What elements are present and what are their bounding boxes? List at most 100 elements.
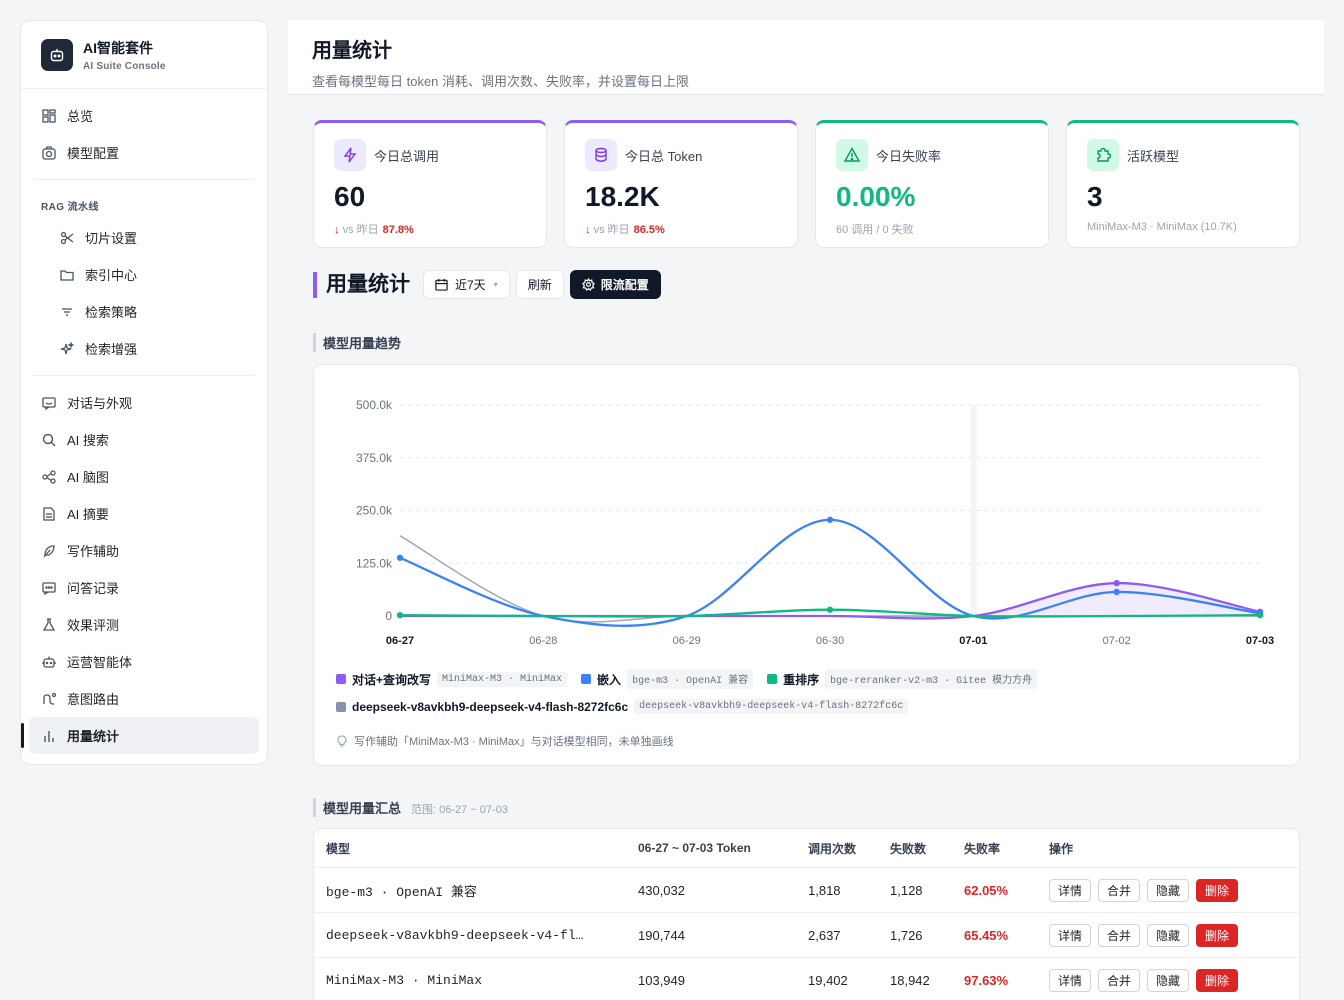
legend-item[interactable]: 对话+查询改写 MiniMax-M3 · MiniMax xyxy=(336,671,568,688)
x-tick-label: 06-27 xyxy=(386,635,414,647)
bolt-icon xyxy=(334,139,366,171)
x-tick-label: 07-03 xyxy=(1246,635,1274,647)
hide-button[interactable]: 隐藏 xyxy=(1147,923,1190,947)
robot-icon xyxy=(41,654,57,670)
page-subtitle: 查看每模型每日 token 消耗、调用次数、失败率，并设置每日上限 xyxy=(312,74,690,89)
delete-button[interactable]: 删除 xyxy=(1196,878,1239,902)
mindmap-icon xyxy=(41,469,57,485)
cell-fails: 18,942 xyxy=(890,972,930,988)
range-select[interactable]: 近7天 ▾ xyxy=(423,270,510,299)
legend-item[interactable]: 嵌入 bge-m3 · OpenAI 兼容 xyxy=(581,669,754,689)
sidebar-item-search[interactable]: AI 搜索 xyxy=(29,421,259,458)
legend-tag: bge-m3 · OpenAI 兼容 xyxy=(627,669,754,689)
document-icon xyxy=(41,506,57,522)
sidebar-item-overview[interactable]: 总览 xyxy=(29,97,259,134)
merge-button[interactable]: 合并 xyxy=(1098,878,1141,902)
sidebar-item-label: 模型配置 xyxy=(67,146,120,161)
cell-tokens: 190,744 xyxy=(638,927,685,943)
y-tick-label: 0 xyxy=(385,609,392,623)
sidebar-item-label: 用量统计 xyxy=(67,729,120,744)
stat-value: 3 xyxy=(1087,181,1103,212)
data-point xyxy=(1113,588,1120,596)
delete-button[interactable]: 删除 xyxy=(1196,923,1239,947)
scissors-icon xyxy=(59,230,75,246)
feather-icon xyxy=(41,543,57,559)
sidebar-item-eval[interactable]: 效果评测 xyxy=(29,606,259,643)
bar-chart-icon xyxy=(41,728,57,744)
refresh-button[interactable]: 刷新 xyxy=(515,270,564,299)
page-title: 用量统计 xyxy=(312,40,392,62)
legend-swatch xyxy=(336,674,346,684)
cell-fail-rate: 97.63% xyxy=(964,972,1009,988)
cell-tokens: 103,949 xyxy=(638,972,685,988)
table-row: deepseek-v8avkbh9-deepseek-v4-fl… 190,74… xyxy=(314,913,1299,958)
cell-tokens: 430,032 xyxy=(638,882,685,898)
stat-foot: MiniMax-M3 · MiniMax (10.7K) xyxy=(1087,221,1237,233)
stat-label: 活跃模型 xyxy=(1127,148,1180,164)
data-point xyxy=(826,516,834,523)
sidebar-item-label: AI 脑图 xyxy=(67,470,109,485)
camera-icon xyxy=(41,145,57,161)
data-point xyxy=(1113,579,1120,587)
stat-card-fail-rate: 今日失败率 0.00% 60 调用 / 0 失败 xyxy=(815,120,1049,248)
sidebar-item-usage[interactable]: 用量统计 xyxy=(21,717,259,754)
sidebar-nav: 总览 模型配置 RAG 流水线 切片设置 索引中心 检索策略 检索增强 对话与外… xyxy=(21,89,267,762)
sidebar-item-label: 切片设置 xyxy=(85,231,138,246)
stat-value: 0.00% xyxy=(836,181,916,212)
table-row: MiniMax-M3 · MiniMax 103,949 19,402 18,9… xyxy=(314,958,1299,1000)
divider xyxy=(33,375,255,376)
calendar-icon xyxy=(435,278,448,291)
stat-foot: 60 调用 / 0 失败 xyxy=(836,224,914,236)
y-tick-label: 125.0k xyxy=(356,556,393,570)
cell-model: MiniMax-M3 · MiniMax xyxy=(326,972,483,988)
stat-value: 18.2K xyxy=(585,181,660,212)
legend-item[interactable]: 重排序 bge-reranker-v2-m3 · Gitee 模力方舟 xyxy=(767,669,1038,689)
col-header: 模型 xyxy=(326,841,351,856)
sidebar-item-enhance[interactable]: 检索增强 xyxy=(29,330,259,367)
x-tick-label: 06-28 xyxy=(529,635,557,647)
brand-title: AI智能套件 xyxy=(83,39,153,56)
legend-name: deepseek-v8avkbh9-deepseek-v4-flash-8272… xyxy=(352,699,629,714)
sidebar-item-index[interactable]: 索引中心 xyxy=(29,256,259,293)
legend-tag: deepseek-v8avkbh9-deepseek-v4-flash-8272… xyxy=(634,699,909,714)
stat-card-total-token: 今日总 Token 18.2K ↓ vs 昨日 86.5% xyxy=(564,120,798,248)
stat-trend: ↓ vs 昨日 87.8% xyxy=(334,221,526,237)
legend-item[interactable]: deepseek-v8avkbh9-deepseek-v4-flash-8272… xyxy=(336,699,909,714)
hide-button[interactable]: 隐藏 xyxy=(1147,878,1190,902)
sidebar-item-agent[interactable]: 运营智能体 xyxy=(29,643,259,680)
detail-button[interactable]: 详情 xyxy=(1049,878,1092,902)
delete-button[interactable]: 删除 xyxy=(1196,968,1239,992)
sidebar-item-label: AI 搜索 xyxy=(67,433,109,448)
legend-swatch xyxy=(581,674,592,684)
sidebar-item-summary[interactable]: AI 摘要 xyxy=(29,495,259,532)
chart-legend-row-2: deepseek-v8avkbh9-deepseek-v4-flash-8272… xyxy=(336,699,1276,714)
sidebar-item-qa[interactable]: 问答记录 xyxy=(29,569,259,606)
sidebar-item-label: 索引中心 xyxy=(85,268,138,283)
x-tick-label: 07-02 xyxy=(1103,635,1131,647)
sidebar-item-chat[interactable]: 对话与外观 xyxy=(29,384,259,421)
brand-subtitle: AI Suite Console xyxy=(83,60,166,72)
chat-icon xyxy=(41,395,57,411)
sidebar-item-label: 运营智能体 xyxy=(67,655,133,670)
sidebar-item-intent[interactable]: 意图路由 xyxy=(29,680,259,717)
hide-button[interactable]: 隐藏 xyxy=(1147,968,1190,992)
stat-label: 今日总调用 xyxy=(374,148,440,164)
sidebar-item-retrieval[interactable]: 检索策略 xyxy=(29,293,259,330)
arrow-down-icon: ↓ xyxy=(334,224,340,236)
sidebar-item-mindmap[interactable]: AI 脑图 xyxy=(29,458,259,495)
sidebar-item-label: 效果评测 xyxy=(67,618,120,633)
merge-button[interactable]: 合并 xyxy=(1098,968,1141,992)
sidebar-item-model-config[interactable]: 模型配置 xyxy=(29,134,259,171)
cell-fail-rate: 65.45% xyxy=(964,927,1009,943)
detail-button[interactable]: 详情 xyxy=(1049,923,1092,947)
sidebar-item-label: 检索增强 xyxy=(85,342,138,357)
sidebar-item-label: 意图路由 xyxy=(67,692,120,707)
merge-button[interactable]: 合并 xyxy=(1098,923,1141,947)
sidebar-item-chunk[interactable]: 切片设置 xyxy=(29,219,259,256)
detail-button[interactable]: 详情 xyxy=(1049,968,1092,992)
summary-table: 模型 06-27 ~ 07-03 Token 调用次数 失败数 失败率 操作 b… xyxy=(313,828,1300,1000)
sidebar-item-writing[interactable]: 写作辅助 xyxy=(29,532,259,569)
stat-card-active-models: 活跃模型 3 MiniMax-M3 · MiniMax (10.7K) xyxy=(1066,120,1300,248)
x-tick-label: 06-30 xyxy=(816,635,844,647)
limit-config-button[interactable]: 限流配置 xyxy=(569,270,661,299)
